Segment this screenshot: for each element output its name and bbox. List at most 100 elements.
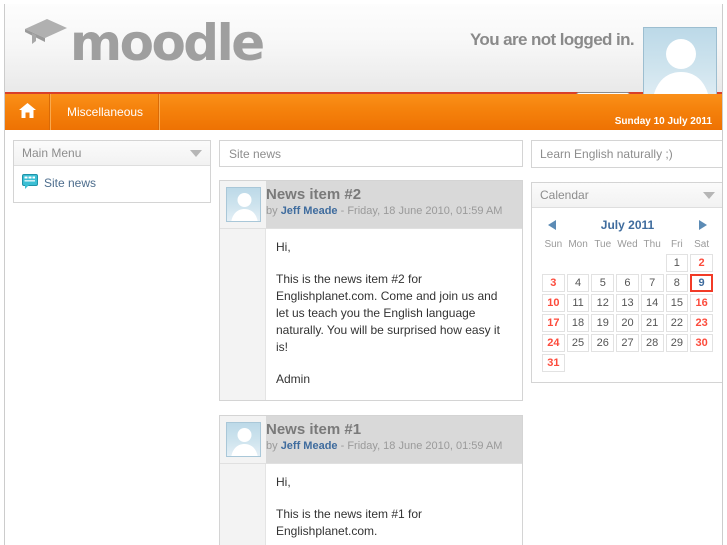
calendar-day-cell[interactable]: 2 bbox=[690, 254, 713, 272]
forum-post-date: - Friday, 18 June 2010, 01:59 AM bbox=[337, 205, 503, 217]
forum-post-title[interactable]: News item #2 bbox=[266, 186, 514, 204]
calendar-day-cell[interactable]: 14 bbox=[640, 294, 664, 312]
forum-post-body-row: Hi, This is the news item #1 for English… bbox=[220, 464, 522, 545]
calendar-day-cell[interactable]: 25 bbox=[566, 334, 590, 352]
calendar-day-cell[interactable]: 24 bbox=[542, 334, 565, 352]
current-date: Sunday 10 July 2011 bbox=[614, 116, 712, 127]
block-calendar: Calendar July 2011 Sun Mon Tue Wed Thu Fri Sat… bbox=[531, 182, 722, 383]
chevron-down-icon[interactable] bbox=[190, 149, 202, 157]
home-button[interactable] bbox=[5, 94, 51, 130]
calendar-weekday-header: Fri bbox=[671, 239, 683, 250]
calendar-week-row: 12 bbox=[542, 254, 713, 272]
forum-post-heading: News item #1 by Jeff Meade - Friday, 18 … bbox=[266, 416, 522, 463]
calendar-empty-cell bbox=[567, 354, 590, 372]
calendar-empty-cell bbox=[666, 354, 689, 372]
calendar-day-cell[interactable]: 13 bbox=[616, 294, 639, 312]
calendar-day-cell[interactable]: 16 bbox=[690, 294, 713, 312]
calendar-day-cell[interactable]: 17 bbox=[542, 314, 565, 332]
moodle-logo[interactable]: moodle bbox=[23, 18, 265, 68]
nav-item-miscellaneous[interactable]: Miscellaneous bbox=[51, 94, 161, 130]
forum-icon bbox=[22, 174, 38, 192]
block-main-menu: Main Menu Site news bbox=[13, 140, 211, 203]
calendar-week-row: 24 25 26 27 28 29 30 bbox=[542, 334, 713, 352]
forum-post-body: Hi, This is the news item #2 for English… bbox=[266, 229, 522, 400]
calendar-day-cell[interactable]: 20 bbox=[616, 314, 639, 332]
forum-post-heading: News item #2 by Jeff Meade - Friday, 18 … bbox=[266, 181, 522, 228]
calendar-day-cell[interactable]: 7 bbox=[640, 274, 664, 292]
calendar-day-cell[interactable]: 27 bbox=[616, 334, 639, 352]
forum-post-header: News item #2 by Jeff Meade - Friday, 18 … bbox=[220, 181, 522, 229]
avatar[interactable] bbox=[226, 422, 261, 457]
calendar-weekday-row: Sun Mon Tue Wed Thu Fri Sat bbox=[542, 238, 713, 252]
calendar-empty-cell bbox=[616, 354, 639, 372]
block-calendar-body: July 2011 Sun Mon Tue Wed Thu Fri Sat 12345678… bbox=[532, 208, 722, 382]
forum-post: News item #1 by Jeff Meade - Friday, 18 … bbox=[219, 415, 523, 545]
forum-post-paragraph: Hi, bbox=[276, 475, 291, 489]
calendar-weekday-header: Mon bbox=[568, 239, 588, 250]
calendar-day-cell[interactable]: 29 bbox=[665, 334, 689, 352]
site-header: moodle You are not logged in. Username P… bbox=[5, 4, 722, 115]
calendar-day-cell[interactable]: 5 bbox=[591, 274, 615, 292]
calendar-weekday-header: Thu bbox=[643, 239, 661, 250]
calendar-day-cell[interactable]: 22 bbox=[665, 314, 689, 332]
page-title: Site news bbox=[229, 146, 282, 161]
block-tagline-title: Learn English naturally ;) bbox=[540, 147, 673, 161]
calendar-day-today[interactable]: 9 bbox=[690, 274, 713, 292]
forum-post-header: News item #1 by Jeff Meade - Friday, 18 … bbox=[220, 416, 522, 464]
main-region: Site news News item #2 by Jeff Meade - F… bbox=[219, 140, 523, 545]
forum-post-title[interactable]: News item #1 bbox=[266, 421, 514, 439]
calendar-day-cell[interactable]: 4 bbox=[566, 274, 590, 292]
triangle-right-icon[interactable] bbox=[698, 220, 707, 230]
forum-post-date: - Friday, 18 June 2010, 01:59 AM bbox=[337, 440, 503, 452]
calendar-day-cell[interactable]: 28 bbox=[640, 334, 664, 352]
calendar-month-label[interactable]: July 2011 bbox=[601, 218, 654, 232]
forum-post-author[interactable]: Jeff Meade bbox=[281, 440, 338, 452]
calendar-day-cell[interactable]: 11 bbox=[566, 294, 590, 312]
calendar-day-cell[interactable]: 15 bbox=[665, 294, 689, 312]
calendar-day-cell[interactable]: 3 bbox=[542, 274, 565, 292]
block-tagline: Learn English naturally ;) bbox=[531, 140, 722, 168]
forum-post-author[interactable]: Jeff Meade bbox=[281, 205, 338, 217]
forum-post-paragraph: This is the news item #2 for Englishplan… bbox=[276, 272, 500, 354]
calendar-day-cell[interactable]: 23 bbox=[690, 314, 713, 332]
calendar-week-row: 3456789 bbox=[542, 274, 713, 292]
calendar-day-cell[interactable]: 30 bbox=[690, 334, 713, 352]
calendar-day-cell[interactable]: 31 bbox=[542, 354, 565, 372]
calendar-weekday-header: Wed bbox=[617, 239, 638, 250]
page-content: Main Menu Site news Site news News item … bbox=[5, 130, 722, 545]
calendar-day-cell[interactable]: 8 bbox=[665, 274, 689, 292]
sidebar-item-label: Site news bbox=[44, 176, 97, 190]
user-avatar-placeholder[interactable] bbox=[643, 27, 717, 103]
block-main-menu-body: Site news bbox=[14, 166, 210, 202]
chevron-down-icon[interactable] bbox=[703, 191, 715, 199]
triangle-left-icon[interactable] bbox=[548, 220, 556, 230]
calendar-empty-cell bbox=[542, 254, 565, 272]
block-main-menu-header: Main Menu bbox=[14, 141, 210, 166]
calendar-empty-cell bbox=[591, 254, 614, 272]
block-calendar-header: Calendar bbox=[532, 183, 722, 208]
calendar-nav: July 2011 bbox=[540, 214, 715, 234]
calendar-day-cell[interactable]: 19 bbox=[591, 314, 615, 332]
forum-post: News item #2 by Jeff Meade - Friday, 18 … bbox=[219, 180, 523, 401]
calendar-day-cell[interactable]: 18 bbox=[566, 314, 590, 332]
nav-item-label: Miscellaneous bbox=[67, 105, 144, 119]
page-title-bar: Site news bbox=[219, 140, 523, 167]
calendar-day-cell[interactable]: 26 bbox=[591, 334, 615, 352]
calendar-day-cell[interactable]: 1 bbox=[665, 254, 689, 272]
calendar-day-cell[interactable]: 21 bbox=[640, 314, 664, 332]
calendar-empty-cell bbox=[567, 254, 590, 272]
forum-post-avatar-cell bbox=[220, 416, 266, 463]
forum-post-body-row: Hi, This is the news item #2 for English… bbox=[220, 229, 522, 400]
calendar-day-cell[interactable]: 6 bbox=[616, 274, 639, 292]
avatar[interactable] bbox=[226, 187, 261, 222]
calendar-grid: 1 2 3 4 5 6 7 8 9 10 11 12 13 14 15 16 17 18 19 20 21 22 23 24 2… bbox=[542, 254, 713, 372]
forum-post-paragraph: Admin bbox=[276, 372, 311, 386]
calendar-empty-cell bbox=[690, 354, 713, 372]
forum-post-byline: by Jeff Meade - Friday, 18 June 2010, 01… bbox=[266, 204, 514, 219]
calendar-weekday-header: Tue bbox=[594, 239, 612, 250]
home-icon bbox=[19, 103, 36, 121]
login-status-text: You are not logged in. bbox=[469, 30, 635, 49]
calendar-day-cell[interactable]: 10 bbox=[542, 294, 565, 312]
calendar-day-cell[interactable]: 12 bbox=[591, 294, 615, 312]
sidebar-item-site-news[interactable]: Site news bbox=[22, 172, 202, 194]
